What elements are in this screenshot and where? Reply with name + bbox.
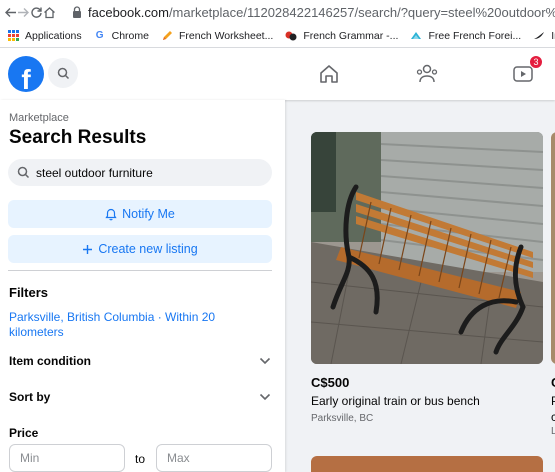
url-host: facebook.com bbox=[88, 4, 169, 20]
divider bbox=[8, 270, 272, 271]
facebook-search-button[interactable] bbox=[48, 58, 78, 88]
item-condition-dropdown[interactable]: Item condition bbox=[9, 351, 271, 371]
create-listing-button[interactable]: Create new listing bbox=[8, 235, 272, 263]
filters-heading: Filters bbox=[9, 285, 49, 300]
bookmark-applications[interactable]: Applications bbox=[7, 30, 82, 42]
listing-title[interactable]: Early original train or bus bench bbox=[311, 394, 480, 408]
forward-arrow-icon bbox=[18, 7, 29, 17]
sort-by-label: Sort by bbox=[9, 390, 51, 404]
bookmark-label: In bbox=[551, 29, 555, 42]
back-arrow-icon bbox=[5, 7, 16, 17]
peek-title-line1: P bbox=[551, 394, 555, 408]
address-bar[interactable]: facebook.com/marketplace/112028422146257… bbox=[72, 5, 555, 20]
bookmark-french-worksheet[interactable]: French Worksheet... bbox=[161, 30, 273, 42]
swoosh-icon bbox=[533, 30, 545, 42]
chevron-down-icon bbox=[259, 393, 271, 401]
home-icon bbox=[320, 65, 338, 83]
home-button[interactable] bbox=[43, 1, 56, 23]
browser-toolbar: facebook.com/marketplace/112028422146257… bbox=[0, 0, 555, 24]
notify-me-button[interactable]: Notify Me bbox=[8, 200, 272, 228]
back-button[interactable] bbox=[4, 1, 17, 23]
bookmark-label: Applications bbox=[25, 29, 82, 42]
marketplace-sidebar: Marketplace Search Results Notify Me Cre… bbox=[0, 100, 285, 472]
bookmark-free-french[interactable]: Free French Forei... bbox=[410, 30, 521, 42]
forward-button[interactable] bbox=[17, 1, 30, 23]
plus-icon bbox=[83, 244, 93, 254]
bookmark-label: Free French Forei... bbox=[428, 29, 522, 42]
reload-button[interactable] bbox=[30, 1, 43, 23]
pencil-icon bbox=[161, 30, 173, 42]
peek-price: C bbox=[551, 375, 555, 390]
listing-price: C$500 bbox=[311, 375, 350, 390]
peek-location: L bbox=[551, 426, 555, 437]
search-input[interactable] bbox=[36, 165, 256, 180]
breadcrumb-marketplace[interactable]: Marketplace bbox=[9, 112, 69, 124]
french-grammar-icon bbox=[285, 30, 297, 42]
notification-badge: 3 bbox=[529, 55, 543, 69]
max-price-input[interactable]: Max bbox=[156, 444, 272, 472]
search-field[interactable] bbox=[8, 159, 272, 186]
listings-area: C$500 Early original train or bus bench … bbox=[285, 100, 555, 472]
bookmark-label: French Worksheet... bbox=[178, 29, 274, 42]
url-path: /marketplace/112028422146257/search/?que… bbox=[168, 4, 555, 20]
sort-by-dropdown[interactable]: Sort by bbox=[9, 387, 271, 407]
price-to-label: to bbox=[135, 452, 146, 466]
bookmark-label: Chrome bbox=[111, 29, 149, 42]
bell-icon bbox=[105, 208, 117, 220]
bookmarks-bar: Applications G Chrome French Worksheet..… bbox=[0, 24, 555, 48]
min-placeholder: Min bbox=[20, 451, 40, 465]
nav-groups-button[interactable] bbox=[413, 60, 441, 88]
peek-title-line2: c bbox=[551, 410, 555, 424]
logo-letter: f bbox=[21, 64, 31, 92]
listing-image-partial[interactable] bbox=[551, 132, 555, 364]
nav-watch-button[interactable]: 3 bbox=[509, 55, 543, 88]
people-icon bbox=[416, 64, 438, 83]
listing-location: Parksville, BC bbox=[311, 413, 374, 424]
notify-me-label: Notify Me bbox=[122, 207, 175, 221]
bookmark-french-grammar[interactable]: French Grammar -... bbox=[285, 30, 398, 42]
bench-photo bbox=[311, 132, 543, 364]
facebook-logo[interactable]: f bbox=[8, 56, 44, 92]
google-g-icon: G bbox=[95, 30, 104, 41]
lock-icon bbox=[73, 6, 81, 18]
location-filter-link[interactable]: Parksville, British Columbia · Within 20… bbox=[9, 310, 249, 340]
price-label: Price bbox=[9, 426, 39, 440]
nav-home-button[interactable] bbox=[315, 60, 343, 88]
page-title: Search Results bbox=[9, 127, 147, 148]
chevron-down-icon bbox=[259, 357, 271, 365]
reload-icon bbox=[31, 6, 42, 18]
item-condition-label: Item condition bbox=[9, 354, 91, 368]
search-icon bbox=[57, 67, 69, 79]
min-price-input[interactable]: Min bbox=[9, 444, 125, 472]
create-listing-label: Create new listing bbox=[98, 242, 198, 256]
arrow-bookmark-icon bbox=[410, 30, 422, 42]
bookmark-in[interactable]: In bbox=[533, 30, 555, 42]
bookmark-label: French Grammar -... bbox=[303, 29, 399, 42]
apps-grid-icon bbox=[7, 30, 19, 42]
bookmark-chrome[interactable]: G Chrome bbox=[94, 30, 149, 42]
facebook-header: f 3 bbox=[0, 48, 555, 100]
search-icon bbox=[17, 166, 30, 179]
listing-image[interactable] bbox=[311, 132, 543, 364]
listing-image-next-row[interactable] bbox=[311, 456, 543, 472]
max-placeholder: Max bbox=[167, 451, 190, 465]
home-icon bbox=[44, 6, 55, 18]
